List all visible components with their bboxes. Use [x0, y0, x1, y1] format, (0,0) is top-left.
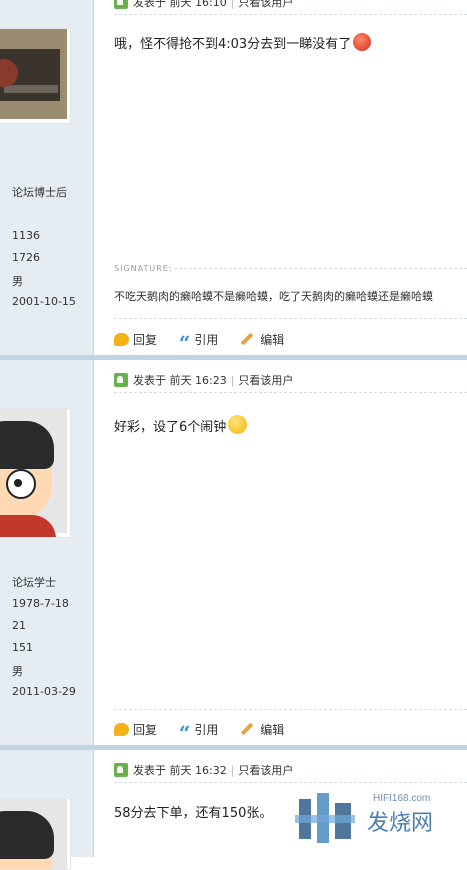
divider	[114, 709, 467, 710]
user-stat: 1726	[12, 251, 40, 264]
reply-label: 回复	[133, 723, 158, 737]
post-text: 好彩，设了6个闹钟	[114, 420, 227, 435]
quote-icon: “	[178, 721, 191, 745]
user-stat: 1136	[12, 229, 40, 242]
site-watermark: HIFI168.com 发烧网	[295, 789, 455, 847]
user-icon	[114, 0, 128, 9]
signature-label: SIGNATURE:	[114, 264, 173, 273]
post-time: 发表于 前天 16:32	[133, 764, 227, 777]
divider	[114, 782, 467, 783]
reply-icon	[114, 723, 129, 736]
post-meta: 发表于 前天 16:10 | 只看该用户	[114, 0, 293, 10]
user-birthday: 1978-7-18	[12, 597, 69, 610]
avatar[interactable]	[0, 28, 71, 124]
pencil-icon	[240, 332, 254, 346]
pencil-icon	[240, 722, 254, 736]
grin-emoji-icon	[228, 415, 248, 434]
avatar[interactable]	[0, 798, 71, 870]
post-meta: 发表于 前天 16:32 | 只看该用户	[114, 762, 293, 778]
user-gender: 男	[12, 275, 23, 288]
post-content: 哦，怪不得抢不到4:03分去到一睇没有了	[114, 33, 372, 52]
quote-button[interactable]: “引用	[178, 721, 219, 745]
divider	[114, 318, 467, 319]
edit-label: 编辑	[260, 723, 285, 737]
reply-button[interactable]: 回复	[114, 721, 157, 738]
post-time: 发表于 前天 16:10	[133, 0, 227, 9]
edit-button[interactable]: 编辑	[240, 721, 284, 738]
watermark-url: HIFI168.com	[373, 793, 431, 804]
user-join-date: 2001-10-15	[12, 295, 76, 308]
reply-label: 回复	[133, 333, 158, 347]
only-author-link[interactable]: 只看该用户	[238, 374, 293, 387]
divider: |	[230, 764, 235, 777]
reply-button[interactable]: 回复	[114, 331, 157, 348]
post-text: 哦，怪不得抢不到4:03分去到一睇没有了	[114, 37, 352, 52]
post-body: 发表于 前天 16:23 | 只看该用户 好彩，设了6个闹钟 回复 “引用 编辑	[94, 360, 467, 745]
post-content: 58分去下单，还有150张。	[114, 806, 273, 821]
user-gender: 男	[12, 665, 23, 678]
user-sidebar	[0, 750, 94, 870]
edit-button[interactable]: 编辑	[240, 331, 284, 348]
user-join-date: 2011-03-29	[12, 685, 76, 698]
post-content: 好彩，设了6个闹钟	[114, 415, 248, 435]
angry-emoji-icon	[353, 33, 372, 51]
post-time: 发表于 前天 16:23	[133, 374, 227, 387]
divider	[174, 268, 467, 269]
signature: 不吃天鹅肉的癞哈蟆不是癞哈蟆，吃了天鹅肉的癞哈蟆还是癞哈蟆	[114, 290, 433, 303]
edit-label: 编辑	[260, 333, 285, 347]
post-actions: 回复 “引用 编辑	[114, 331, 302, 355]
avatar[interactable]	[0, 408, 71, 538]
post-actions: 回复 “引用 编辑	[114, 721, 302, 745]
divider	[114, 14, 467, 15]
user-icon	[114, 763, 128, 777]
hifi-logo-icon	[295, 793, 355, 843]
post-body: 发表于 前天 16:10 | 只看该用户 哦，怪不得抢不到4:03分去到一睇没有了 …	[94, 0, 467, 355]
quote-button[interactable]: “引用	[178, 331, 219, 355]
user-icon	[114, 373, 128, 387]
watermark-name: 发烧网	[367, 811, 434, 836]
quote-label: 引用	[194, 333, 219, 347]
user-stat: 21	[12, 619, 26, 632]
divider: |	[230, 0, 235, 9]
user-sidebar: 论坛博士后 1136 1726 男 2001-10-15	[0, 0, 94, 355]
quote-label: 引用	[194, 723, 219, 737]
only-author-link[interactable]: 只看该用户	[238, 764, 293, 777]
post-2: 论坛学士 1978-7-18 21 151 男 2011-03-29 发表于 前…	[0, 360, 467, 745]
reply-icon	[114, 333, 129, 346]
only-author-link[interactable]: 只看该用户	[238, 0, 293, 9]
user-title: 论坛博士后	[12, 186, 67, 199]
quote-icon: “	[178, 331, 191, 355]
divider	[114, 392, 467, 393]
user-stat: 151	[12, 641, 33, 654]
user-sidebar: 论坛学士 1978-7-18 21 151 男 2011-03-29	[0, 360, 94, 745]
post-meta: 发表于 前天 16:23 | 只看该用户	[114, 372, 293, 388]
user-title: 论坛学士	[12, 576, 56, 589]
divider: |	[230, 374, 235, 387]
post-1: 论坛博士后 1136 1726 男 2001-10-15 发表于 前天 16:1…	[0, 0, 467, 355]
